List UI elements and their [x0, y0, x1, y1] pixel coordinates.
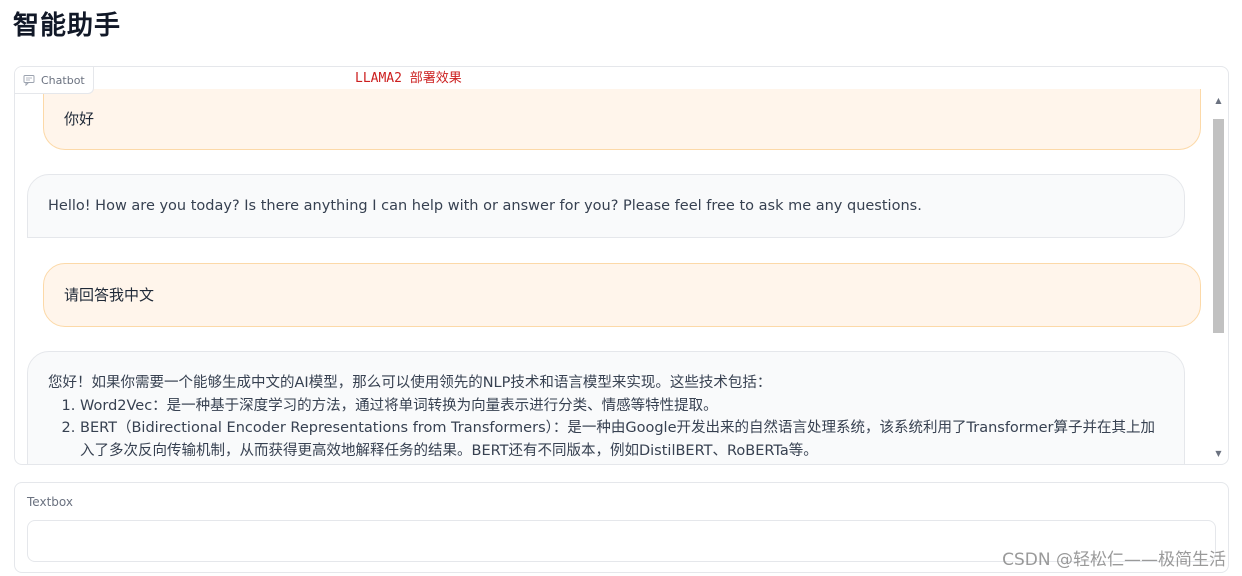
- chatbot-label: Chatbot: [15, 67, 94, 94]
- red-annotation: LLAMA2 部署效果: [355, 71, 462, 86]
- bot-message: Hello! How are you today? Is there anyth…: [27, 174, 1185, 238]
- chatbot-panel: Chatbot 你好 Hello! How are you today? Is …: [14, 66, 1229, 465]
- chat-scrollbar[interactable]: ▲ ▼: [1212, 95, 1225, 460]
- bot-message: 您好！如果你需要一个能够生成中文的AI模型，那么可以使用领先的NLP技术和语言模…: [27, 351, 1185, 464]
- user-message: 请回答我中文: [43, 263, 1201, 327]
- watermark: CSDN @轻松仁——极简生活: [1002, 550, 1226, 570]
- scroll-down-arrow-icon[interactable]: ▼: [1212, 448, 1225, 460]
- scroll-up-arrow-icon[interactable]: ▲: [1212, 95, 1225, 107]
- chatbot-label-text: Chatbot: [41, 73, 85, 87]
- scroll-thumb[interactable]: [1213, 119, 1224, 333]
- list-item: Word2Vec：是一种基于深度学习的方法，通过将单词转换为向量表示进行分类、情…: [80, 395, 1164, 418]
- list-item: BERT（Bidirectional Encoder Representatio…: [80, 417, 1164, 462]
- page-title: 智能助手: [13, 11, 122, 41]
- message-list: 你好 Hello! How are you today? Is there an…: [15, 67, 1212, 464]
- bot-message-text: Hello! How are you today? Is there anyth…: [48, 198, 922, 214]
- user-message: 你好: [43, 89, 1201, 150]
- bot-message-list: Word2Vec：是一种基于深度学习的方法，通过将单词转换为向量表示进行分类、情…: [48, 395, 1164, 463]
- user-message-text: 你好: [64, 110, 95, 128]
- user-message-text: 请回答我中文: [64, 286, 155, 304]
- bot-message-intro: 您好！如果你需要一个能够生成中文的AI模型，那么可以使用领先的NLP技术和语言模…: [48, 375, 772, 391]
- textbox-label: Textbox: [27, 495, 73, 509]
- chat-bubble-icon: [23, 75, 35, 86]
